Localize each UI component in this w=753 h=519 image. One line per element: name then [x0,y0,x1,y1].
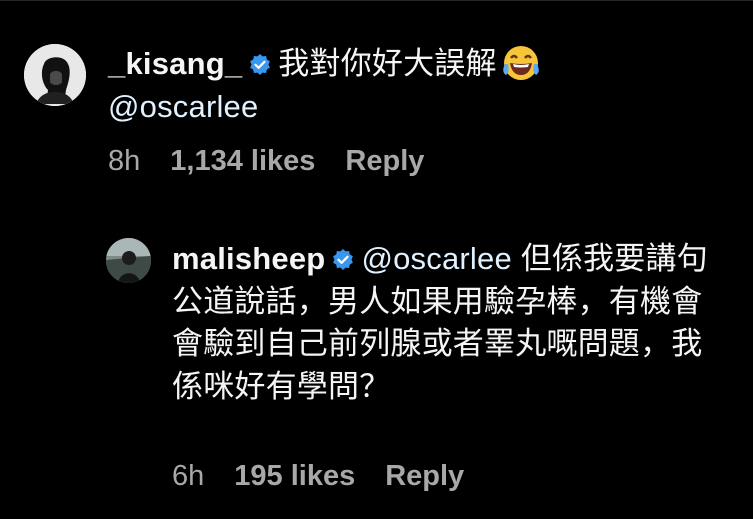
comment-meta: 8h 1,134 likes Reply [108,145,454,178]
mention-link[interactable]: @oscarlee [361,241,511,276]
reply-button[interactable]: Reply [385,460,464,492]
comment-meta: 6h 195 likes Reply [172,460,494,493]
avatar[interactable] [106,238,151,283]
likes-count[interactable]: 195 likes [234,460,355,492]
username[interactable]: _kisang_ [108,46,242,81]
avatar[interactable] [24,44,86,106]
verified-badge-icon [248,45,272,75]
divider [0,0,753,1]
laughing-tears-emoji [501,42,541,82]
mention-link[interactable]: @oscarlee [108,89,258,124]
timestamp: 8h [108,145,141,177]
verified-badge-icon [331,241,355,270]
likes-count[interactable]: 1,134 likes [170,145,315,177]
comment-text: 我對你好大誤解 [278,46,497,81]
timestamp: 6h [172,460,205,492]
username[interactable]: malisheep [172,241,325,276]
reply-button[interactable]: Reply [345,145,424,177]
